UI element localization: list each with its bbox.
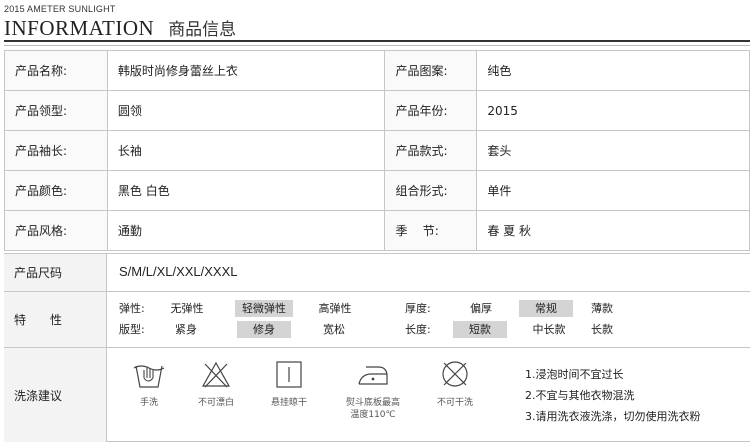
spec-table: 产品名称: 韩版时尚修身蕾丝上衣 产品图案: 纯色 产品领型: 圆领 产品年份:… xyxy=(4,50,750,251)
spec-label: 产品款式: xyxy=(384,130,478,171)
size-row: 产品尺码 S/M/L/XL/XXL/XXXL xyxy=(4,254,750,292)
features-cell: 弹性: 无弹性 轻微弹性 高弹性 版型: 紧身 修身 宽松 厚度: 偏厚 常规 … xyxy=(107,292,750,347)
wash-note: 3.请用洗衣液洗涤，切勿使用洗衣粉 xyxy=(525,410,701,423)
spec-row: 产品颜色: 黑色 白色 组合形式: 单件 xyxy=(4,170,750,211)
spec-value: 春 夏 秋 xyxy=(476,210,750,251)
header-divider-thin xyxy=(4,45,750,46)
features-row: 特 性 弹性: 无弹性 轻微弹性 高弹性 版型: 紧身 修身 宽松 厚度: 偏厚… xyxy=(4,292,750,348)
wash-item: 不可漂白 xyxy=(184,358,248,409)
section-title: INFORMATION 商品信息 xyxy=(4,15,236,41)
thickness-option-selected: 常规 xyxy=(519,300,573,317)
length-option: 长款 xyxy=(591,323,613,336)
size-value: S/M/L/XL/XXL/XXXL xyxy=(119,264,238,279)
wash-label: 洗涤建议 xyxy=(4,348,107,442)
wash-cell: 手洗 不可漂白 悬挂晾干 熨斗底板最高 温度110℃ 不可干洗 1.浸泡时间不宜… xyxy=(107,348,750,442)
wash-caption-line: 熨斗底板最高 xyxy=(345,398,400,408)
thickness-option: 薄款 xyxy=(591,302,613,315)
spec-row: 产品袖长: 长袖 产品款式: 套头 xyxy=(4,130,750,171)
wash-caption: 悬挂晾干 xyxy=(270,398,307,408)
wash-caption: 熨斗底板最高 温度110℃ xyxy=(333,397,413,421)
length-key: 长度: xyxy=(405,323,431,336)
elasticity-option: 无弹性 xyxy=(170,302,204,315)
spec-value: 长袖 xyxy=(106,130,386,171)
wash-caption: 不可漂白 xyxy=(197,398,234,408)
wash-row: 洗涤建议 手洗 不可漂白 悬挂晾干 熨斗底板最高 温度110℃ 不可干洗 1.浸… xyxy=(4,348,750,442)
features-label: 特 性 xyxy=(4,292,107,347)
length-option: 中长款 xyxy=(532,323,566,336)
fit-option: 紧身 xyxy=(175,323,197,336)
hand-wash-icon xyxy=(133,365,165,388)
spec-row: 产品风格: 通勤 季 节: 春 夏 秋 xyxy=(4,210,750,251)
wash-note: 2.不宜与其他衣物混洗 xyxy=(525,389,635,402)
spec-label: 产品颜色: xyxy=(4,170,108,211)
length-option-selected: 短款 xyxy=(453,321,507,338)
elasticity-option: 高弹性 xyxy=(318,302,352,315)
spec-value: 通勤 xyxy=(106,210,386,251)
spec-label: 产品风格: xyxy=(4,210,108,251)
wash-caption-line: 温度110℃ xyxy=(350,410,396,420)
elasticity-option-selected: 轻微弹性 xyxy=(235,300,293,317)
no-bleach-icon xyxy=(201,361,231,388)
wash-notes: 1.浸泡时间不宜过长 2.不宜与其他衣物混洗 3.请用洗衣液洗涤，切勿使用洗衣粉 xyxy=(525,364,701,427)
spec-value: 纯色 xyxy=(476,50,750,91)
spec-label: 产品图案: xyxy=(384,50,478,91)
size-cell: S/M/L/XL/XXL/XXXL xyxy=(107,254,750,291)
wash-item: 悬挂晾干 xyxy=(257,358,321,409)
fit-key: 版型: xyxy=(119,323,145,336)
header-divider xyxy=(4,40,750,42)
wash-item: 不可干洗 xyxy=(423,358,487,409)
wash-item: 手洗 xyxy=(117,358,181,409)
spec-label: 产品领型: xyxy=(4,90,108,131)
wash-caption: 手洗 xyxy=(139,398,158,408)
spec-row: 产品名称: 韩版时尚修身蕾丝上衣 产品图案: 纯色 xyxy=(4,50,750,91)
wash-note: 1.浸泡时间不宜过长 xyxy=(525,368,624,381)
wash-item: 熨斗底板最高 温度110℃ xyxy=(333,358,413,421)
hang-dry-icon xyxy=(276,361,302,388)
spec-row: 产品领型: 圆领 产品年份: 2015 xyxy=(4,90,750,131)
spec-label: 产品名称: xyxy=(4,50,108,91)
no-dry-clean-icon xyxy=(442,361,468,387)
thickness-key: 厚度: xyxy=(405,302,431,315)
title-english: INFORMATION xyxy=(4,16,155,40)
spec-value: 2015 xyxy=(476,90,750,131)
spec-value: 圆领 xyxy=(106,90,386,131)
size-label: 产品尺码 xyxy=(4,254,107,291)
page-header: 2015 AMETER SUNLIGHT INFORMATION 商品信息 xyxy=(4,4,236,41)
spec-value: 套头 xyxy=(476,130,750,171)
thickness-option: 偏厚 xyxy=(470,302,492,315)
attributes-panel: 产品尺码 S/M/L/XL/XXL/XXXL 特 性 弹性: 无弹性 轻微弹性 … xyxy=(4,253,750,442)
spec-value: 黑色 白色 xyxy=(106,170,386,211)
iron-icon xyxy=(358,366,388,385)
fit-option-selected: 修身 xyxy=(237,321,291,338)
spec-value: 单件 xyxy=(476,170,750,211)
elasticity-key: 弹性: xyxy=(119,302,145,315)
spec-label: 季 节: xyxy=(384,210,478,251)
fit-option: 宽松 xyxy=(323,323,345,336)
title-chinese: 商品信息 xyxy=(168,20,237,40)
spec-label: 组合形式: xyxy=(384,170,478,211)
brand-tagline: 2015 AMETER SUNLIGHT xyxy=(4,4,116,14)
spec-label: 产品年份: xyxy=(384,90,478,131)
spec-label: 产品袖长: xyxy=(4,130,108,171)
spec-value: 韩版时尚修身蕾丝上衣 xyxy=(106,50,386,91)
wash-caption: 不可干洗 xyxy=(436,398,473,408)
